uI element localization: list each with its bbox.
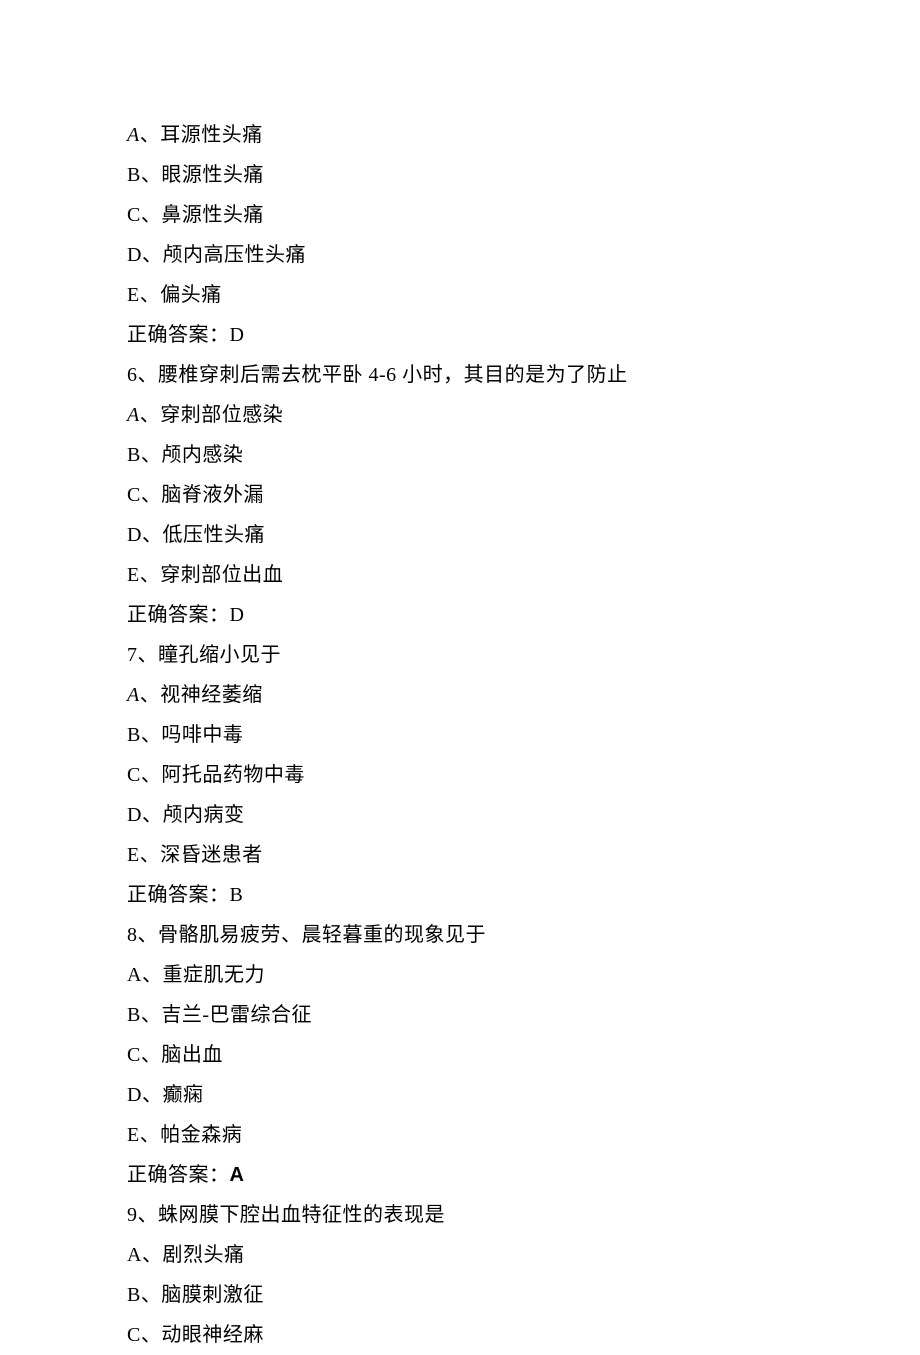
option-letter: A	[127, 684, 140, 706]
answer-value: A	[230, 1164, 245, 1186]
answer-line: 正确答案：A	[127, 1155, 920, 1195]
option-b: B、眼源性头痛	[127, 155, 920, 195]
option-e: E、偏头痛	[127, 275, 920, 315]
option-e: E、穿刺部位出血	[127, 555, 920, 595]
option-d: D、低压性头痛	[127, 515, 920, 555]
option-e: E、深昏迷患者	[127, 835, 920, 875]
question-8: 8、骨骼肌易疲劳、晨轻暮重的现象见于	[127, 915, 920, 955]
question-6: 6、腰椎穿刺后需去枕平卧 4-6 小时，其目的是为了防止	[127, 355, 920, 395]
option-text: 、耳源性头痛	[140, 124, 263, 146]
option-a: A、视神经萎缩	[127, 675, 920, 715]
option-a: A、重症肌无力	[127, 955, 920, 995]
answer-line: 正确答案：B	[127, 875, 920, 915]
option-letter: A	[127, 124, 140, 146]
option-b: B、吉兰-巴雷综合征	[127, 995, 920, 1035]
answer-line: 正确答案：D	[127, 315, 920, 355]
option-c: C、阿托品药物中毒	[127, 755, 920, 795]
answer-prefix: 正确答案：	[127, 1164, 230, 1186]
option-b: B、脑膜刺激征	[127, 1275, 920, 1315]
option-d: D、颅内病变	[127, 795, 920, 835]
option-b: B、颅内感染	[127, 435, 920, 475]
option-d: D、癫痫	[127, 1075, 920, 1115]
option-d: D、颅内高压性头痛	[127, 235, 920, 275]
option-c: C、脑脊液外漏	[127, 475, 920, 515]
option-c: C、动眼神经麻	[127, 1315, 920, 1355]
option-a: A、穿刺部位感染	[127, 395, 920, 435]
option-c: C、脑出血	[127, 1035, 920, 1075]
document-page: A、耳源性头痛 B、眼源性头痛 C、鼻源性头痛 D、颅内高压性头痛 E、偏头痛 …	[0, 0, 920, 1355]
question-9: 9、蛛网膜下腔出血特征性的表现是	[127, 1195, 920, 1235]
option-c: C、鼻源性头痛	[127, 195, 920, 235]
option-a: A、剧烈头痛	[127, 1235, 920, 1275]
option-text: 、穿刺部位感染	[140, 404, 284, 426]
question-7: 7、瞳孔缩小见于	[127, 635, 920, 675]
option-e: E、帕金森病	[127, 1115, 920, 1155]
option-a: A、耳源性头痛	[127, 115, 920, 155]
option-letter: A	[127, 404, 140, 426]
option-b: B、吗啡中毒	[127, 715, 920, 755]
option-text: 、视神经萎缩	[140, 684, 263, 706]
answer-line: 正确答案：D	[127, 595, 920, 635]
